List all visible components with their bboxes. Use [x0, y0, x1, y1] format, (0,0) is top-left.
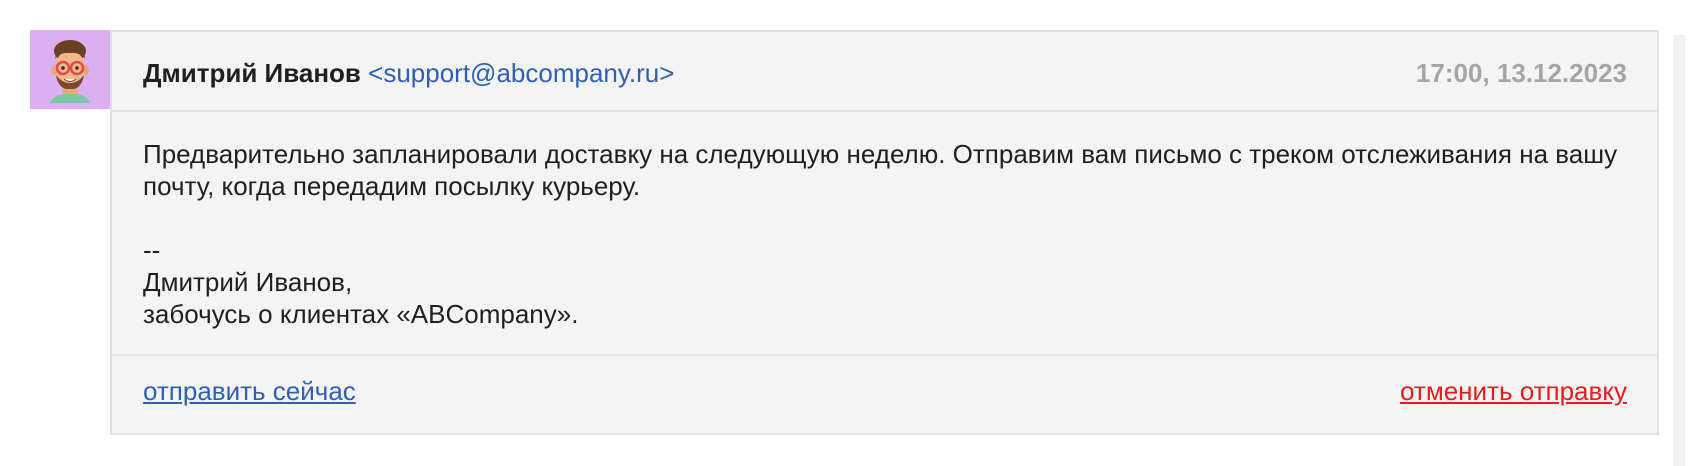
message-card: Дмитрий Иванов <support@abcompany.ru> 17… [110, 30, 1659, 435]
sender-name: Дмитрий Иванов [143, 58, 361, 88]
signature: -- Дмитрий Иванов, забочусь о клиентах «… [143, 234, 1627, 330]
signature-title: забочусь о клиентах «ABCompany». [143, 299, 579, 329]
scrollbar-track[interactable] [1673, 35, 1685, 466]
message-actions: отправить сейчас отменить отправку [112, 354, 1657, 433]
message-header: Дмитрий Иванов <support@abcompany.ru> 17… [112, 32, 1657, 112]
avatar [30, 30, 110, 109]
sender: Дмитрий Иванов <support@abcompany.ru> [143, 58, 674, 88]
cancel-send-link[interactable]: отменить отправку [1400, 376, 1627, 406]
memoji-avatar-icon [50, 39, 90, 103]
signature-separator: -- [143, 235, 161, 265]
message-timestamp: 17:00, 13.12.2023 [1415, 58, 1627, 88]
signature-name: Дмитрий Иванов, [143, 267, 353, 297]
message-view: Дмитрий Иванов <support@abcompany.ru> 17… [0, 0, 1694, 466]
message-text: Предварительно запланировали доставку на… [143, 139, 1618, 201]
send-now-link[interactable]: отправить сейчас [143, 376, 356, 406]
message-body: Предварительно запланировали доставку на… [143, 138, 1627, 330]
sender-email[interactable]: <support@abcompany.ru> [368, 58, 674, 88]
